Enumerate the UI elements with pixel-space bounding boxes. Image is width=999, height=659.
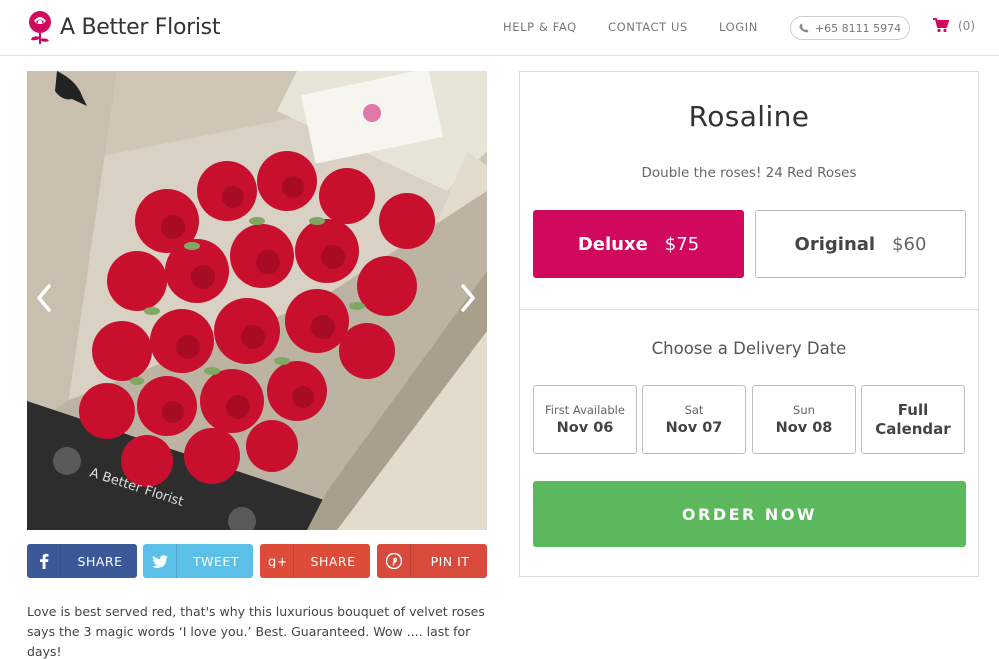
date-value: Nov 07 xyxy=(665,420,723,436)
twitter-icon xyxy=(143,544,177,578)
date-value: Nov 08 xyxy=(775,420,833,436)
full-calendar-button[interactable]: Full Calendar xyxy=(861,385,965,454)
variant-price: $60 xyxy=(892,233,927,255)
chevron-left-icon[interactable] xyxy=(34,282,54,314)
facebook-share-label: SHARE xyxy=(77,553,123,569)
full-calendar-line1: Full xyxy=(897,400,929,419)
date-label: Sat xyxy=(684,403,704,417)
date-label: Sun xyxy=(793,403,815,417)
delivery-date-option[interactable]: First Available Nov 06 xyxy=(533,385,637,454)
googleplus-share-label: SHARE xyxy=(310,553,356,569)
googleplus-share-button[interactable]: g+ SHARE xyxy=(260,544,370,578)
pinterest-pin-button[interactable]: PIN IT xyxy=(377,544,487,578)
phone-number: +65 8111 5974 xyxy=(814,21,902,35)
cart-button[interactable]: (0) xyxy=(933,18,975,33)
phone-icon xyxy=(799,23,809,33)
google-plus-icon: g+ xyxy=(260,544,294,578)
pinterest-icon xyxy=(377,544,411,578)
pinterest-pin-label: PIN IT xyxy=(430,553,470,569)
roses-box-photo: A Better Florist xyxy=(27,71,487,530)
delivery-date-option[interactable]: Sat Nov 07 xyxy=(642,385,746,454)
full-calendar-line2: Calendar xyxy=(875,419,951,438)
site-header: A Better Florist HELP & FAQ CONTACT US L… xyxy=(0,0,999,56)
product-image: A Better Florist xyxy=(27,71,487,530)
twitter-tweet-label: TWEET xyxy=(193,553,239,569)
chevron-right-icon[interactable] xyxy=(458,282,478,314)
divider xyxy=(520,309,978,310)
rose-logo-icon xyxy=(29,11,51,44)
variant-original-button[interactable]: Original $60 xyxy=(755,210,966,278)
logo-text: A Better Florist xyxy=(60,14,221,40)
delivery-date-option[interactable]: Sun Nov 08 xyxy=(752,385,856,454)
logo[interactable]: A Better Florist xyxy=(26,9,220,45)
facebook-icon xyxy=(27,544,61,578)
variant-name: Deluxe xyxy=(577,233,648,255)
product-title: Rosaline xyxy=(688,100,810,133)
order-now-button[interactable]: ORDER NOW xyxy=(533,481,966,547)
cart-count: (0) xyxy=(958,18,975,33)
shopping-cart-icon xyxy=(933,18,949,33)
facebook-share-button[interactable]: SHARE xyxy=(27,544,137,578)
variant-name: Original xyxy=(794,233,876,255)
variant-deluxe-button[interactable]: Deluxe $75 xyxy=(533,210,744,278)
delivery-date-title: Choose a Delivery Date xyxy=(651,339,847,358)
product-subtitle: Double the roses! 24 Red Roses xyxy=(641,165,857,181)
product-description: Love is best served red, that's why this… xyxy=(27,604,485,659)
nav-login[interactable]: LOGIN xyxy=(719,20,758,34)
variant-price: $75 xyxy=(664,233,700,255)
nav-contact-us[interactable]: CONTACT US xyxy=(608,20,688,34)
svg-text:g+: g+ xyxy=(268,555,286,568)
product-panel: Rosaline Double the roses! 24 Red Roses … xyxy=(519,71,979,577)
nav-help-faq[interactable]: HELP & FAQ xyxy=(503,20,577,34)
twitter-tweet-button[interactable]: TWEET xyxy=(143,544,253,578)
date-label: First Available xyxy=(545,403,625,417)
phone-button[interactable]: +65 8111 5974 xyxy=(790,16,910,40)
date-value: Nov 06 xyxy=(556,420,614,436)
